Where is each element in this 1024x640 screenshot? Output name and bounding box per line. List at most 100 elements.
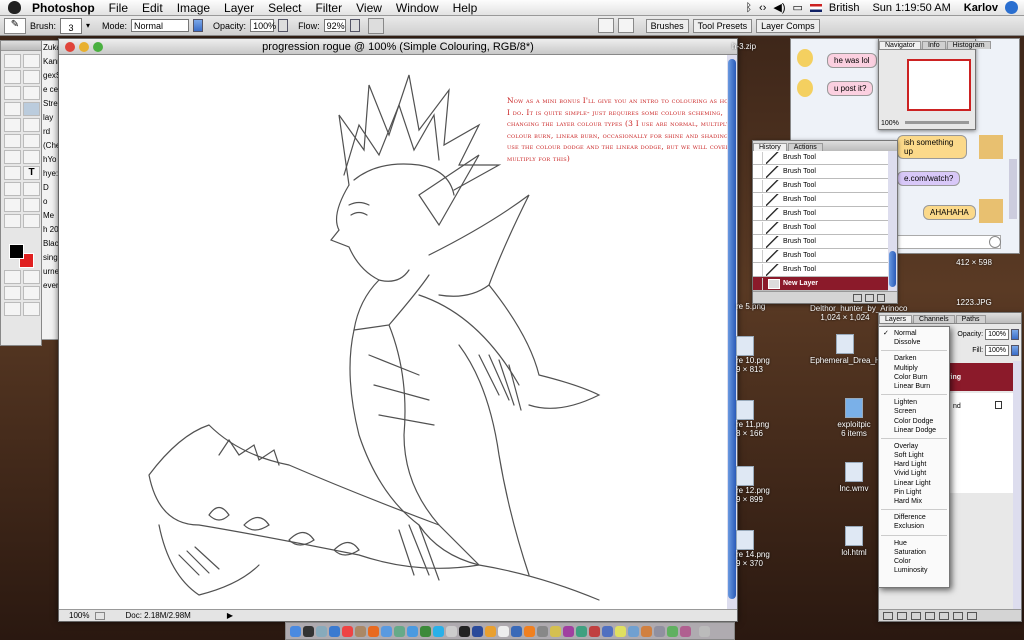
menu-select[interactable]: Select (261, 1, 308, 15)
blend-option[interactable]: Difference (879, 513, 949, 522)
tab-layer-comps[interactable]: Layer Comps (756, 18, 820, 33)
bluetooth-icon[interactable]: ᛒ (745, 2, 752, 14)
desktop-file[interactable]: re 10.png 9 × 813 (736, 336, 780, 374)
adjustment-layer-icon[interactable] (925, 611, 935, 620)
app-icon[interactable] (602, 625, 613, 637)
desktop-file[interactable]: lol.html (824, 526, 884, 557)
app-icon[interactable] (680, 625, 691, 637)
new-snapshot-icon[interactable] (865, 293, 874, 302)
airbrush-icon[interactable] (367, 17, 384, 34)
crop-tool-icon[interactable] (4, 86, 21, 100)
blend-option[interactable]: Hard Light (879, 460, 949, 469)
history-state[interactable]: Brush Tool (753, 165, 889, 179)
scroll-thumb[interactable] (728, 59, 736, 599)
history-state[interactable]: Brush Tool (753, 151, 889, 165)
trash-icon[interactable] (699, 625, 710, 637)
foreground-color-swatch[interactable] (9, 244, 24, 259)
extras-icon[interactable] (23, 302, 40, 316)
blend-option[interactable]: Screen (879, 407, 949, 416)
history-state[interactable]: Brush Tool (753, 193, 889, 207)
photoshop-icon[interactable] (472, 625, 483, 637)
menu-view[interactable]: View (349, 1, 389, 15)
jump-to-imageready-icon[interactable] (4, 302, 21, 316)
dodge-tool-icon[interactable] (23, 150, 40, 164)
battery-icon[interactable]: ▭ (793, 1, 803, 14)
menu-edit[interactable]: Edit (135, 1, 170, 15)
volume-icon[interactable]: ◀) (773, 1, 785, 14)
history-state[interactable]: Brush Tool (753, 179, 889, 193)
brush-tool-icon[interactable] (23, 102, 40, 116)
trash-icon[interactable] (877, 293, 885, 302)
clone-stamp-tool-icon[interactable] (4, 118, 21, 132)
tab-channels[interactable]: Channels (913, 315, 955, 323)
layer-style-icon[interactable] (897, 611, 907, 620)
tab-actions[interactable]: Actions (787, 143, 823, 151)
vlc-icon[interactable] (524, 625, 535, 637)
move-tool-icon[interactable] (23, 54, 40, 68)
eyedropper-tool-icon[interactable] (23, 198, 40, 212)
history-state[interactable]: Brush Tool (753, 235, 889, 249)
tab-tool-presets[interactable]: Tool Presets (692, 18, 753, 33)
finder-icon[interactable] (290, 625, 301, 637)
new-group-icon[interactable] (939, 611, 949, 620)
blend-option[interactable]: Color (879, 557, 949, 566)
blend-option[interactable]: Vivid Light (879, 469, 949, 478)
tab-brushes[interactable]: Brushes (645, 18, 689, 33)
history-state[interactable]: Brush Tool (753, 263, 889, 277)
lasso-tool-icon[interactable] (4, 70, 21, 84)
new-document-icon[interactable] (853, 293, 862, 302)
layer-opacity-arrow-icon[interactable] (1011, 329, 1019, 340)
desktop-file[interactable]: Ephemeral_Drea_HD72p.avi (810, 334, 912, 365)
app-icon[interactable] (667, 625, 678, 637)
blend-option[interactable]: Lighten (879, 398, 949, 407)
history-scrollbar[interactable] (888, 151, 897, 291)
history-state[interactable]: Brush Tool (753, 207, 889, 221)
desktop-file[interactable]: Delthor_hunter_by_Arinoco 1,024 × 1,024 (810, 304, 907, 322)
preview-icon[interactable] (446, 625, 457, 637)
app-icon[interactable] (576, 625, 587, 637)
slice-tool-icon[interactable] (23, 86, 40, 100)
blend-option[interactable]: Dissolve (879, 338, 949, 347)
layer-fill-input[interactable]: 100% (985, 345, 1009, 356)
safari-icon[interactable] (329, 625, 340, 637)
menu-window[interactable]: Window (389, 1, 446, 15)
blend-option[interactable]: Pin Light (879, 488, 949, 497)
flow-slider-icon[interactable] (349, 19, 360, 32)
standard-mode-icon[interactable] (4, 270, 21, 284)
app-icon[interactable] (550, 625, 561, 637)
desktop-folder[interactable]: exploitpic 6 items (824, 398, 884, 438)
sync-icon[interactable]: ‹› (759, 2, 766, 14)
layer-mask-icon[interactable] (911, 611, 921, 620)
system-prefs-icon[interactable] (537, 625, 548, 637)
apple-menu-icon[interactable] (8, 1, 21, 14)
blend-option-normal[interactable]: ✓ Normal (879, 329, 949, 338)
skype-icon[interactable] (433, 625, 444, 637)
blend-option[interactable]: Exclusion (879, 522, 949, 531)
screen-mode-icon[interactable] (4, 286, 21, 300)
menubar-clock[interactable]: Sun 1:19:50 AM (872, 2, 950, 14)
emoticon-icon[interactable] (989, 236, 1001, 248)
blend-option[interactable]: Color Burn (879, 373, 949, 382)
addressbook-icon[interactable] (355, 625, 366, 637)
paint-bucket-tool-icon[interactable] (23, 134, 40, 148)
illustrator-icon[interactable] (485, 625, 496, 637)
blend-option[interactable]: Multiply (879, 364, 949, 373)
ical-icon[interactable] (342, 625, 353, 637)
blend-option[interactable]: Linear Dodge (879, 426, 949, 435)
dashboard-icon[interactable] (303, 625, 314, 637)
tab-paths[interactable]: Paths (955, 315, 986, 323)
blend-option[interactable]: Linear Light (879, 479, 949, 488)
history-state[interactable]: Brush Tool (753, 221, 889, 235)
blend-option[interactable]: Overlay (879, 442, 949, 451)
chat-input[interactable] (891, 235, 1001, 249)
document-size[interactable]: Doc: 2.18M/2.98M (125, 611, 190, 620)
layer-opacity-input[interactable]: 100% (985, 329, 1009, 340)
app-icon[interactable] (615, 625, 626, 637)
desktop-file[interactable]: re 12.png 9 × 899 (736, 466, 780, 504)
chat-scrollbar[interactable] (1009, 159, 1017, 219)
blend-option[interactable]: Color Dodge (879, 417, 949, 426)
menu-layer[interactable]: Layer (217, 1, 261, 15)
link-layers-icon[interactable] (883, 611, 893, 620)
blur-tool-icon[interactable] (4, 150, 21, 164)
zoom-window-icon[interactable] (93, 42, 103, 52)
